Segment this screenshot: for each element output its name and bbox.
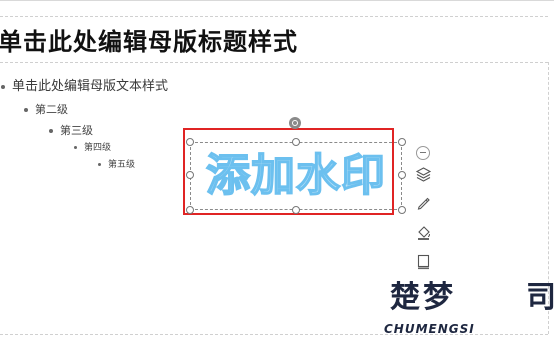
text-level-3[interactable]: 第三级 [49,122,93,138]
resize-handle-left[interactable] [186,171,194,179]
resize-handle-top-right[interactable] [398,138,406,146]
text-level-2-label: 第二级 [35,103,68,116]
collapse-icon[interactable] [416,146,430,160]
resize-handle-top-left[interactable] [186,138,194,146]
title-placeholder-border [0,62,548,63]
bullet-icon [98,163,101,166]
fill-button[interactable] [414,223,433,242]
text-level-1-label: 单击此处编辑母版文本样式 [12,79,169,94]
pen-button[interactable] [414,193,433,212]
resize-handle-bottom[interactable] [292,206,300,214]
logo-mark: 楚梦 [390,280,456,315]
slide-title-placeholder[interactable]: 单击此处编辑母版标题样式 [0,22,298,57]
rotate-handle[interactable] [289,117,301,129]
bullet-icon [49,129,53,133]
text-level-2[interactable]: 第二级 [24,101,68,117]
pen-icon [417,197,430,210]
text-level-5[interactable]: 第五级 [98,157,135,170]
bullet-icon [1,84,5,89]
bullet-icon [74,146,77,149]
highlight-frame [183,128,394,215]
slide-top-edge [0,0,554,1]
text-level-1[interactable]: 单击此处编辑母版文本样式 [1,75,168,94]
border-button[interactable] [414,252,433,271]
text-level-3-label: 第三级 [60,124,93,137]
logo-mark-suffix: 司 [526,280,554,315]
text-level-4-label: 第四级 [84,143,112,153]
resize-handle-bottom-left[interactable] [186,206,194,214]
border-icon [417,254,430,270]
placeholder-border-top [0,16,548,17]
logo-text: CHUMENGSI [384,322,475,336]
text-level-4[interactable]: 第四级 [74,140,111,153]
resize-handle-top[interactable] [292,138,300,146]
layers-button[interactable] [414,165,433,184]
bullet-icon [24,108,28,112]
resize-handle-bottom-right[interactable] [398,206,406,214]
fill-icon [418,226,430,240]
site-logo: 楚梦 司 CHUMENGSI [374,280,554,340]
layers-icon [415,167,432,182]
resize-handle-right[interactable] [398,171,406,179]
text-level-5-label: 第五级 [108,160,136,170]
